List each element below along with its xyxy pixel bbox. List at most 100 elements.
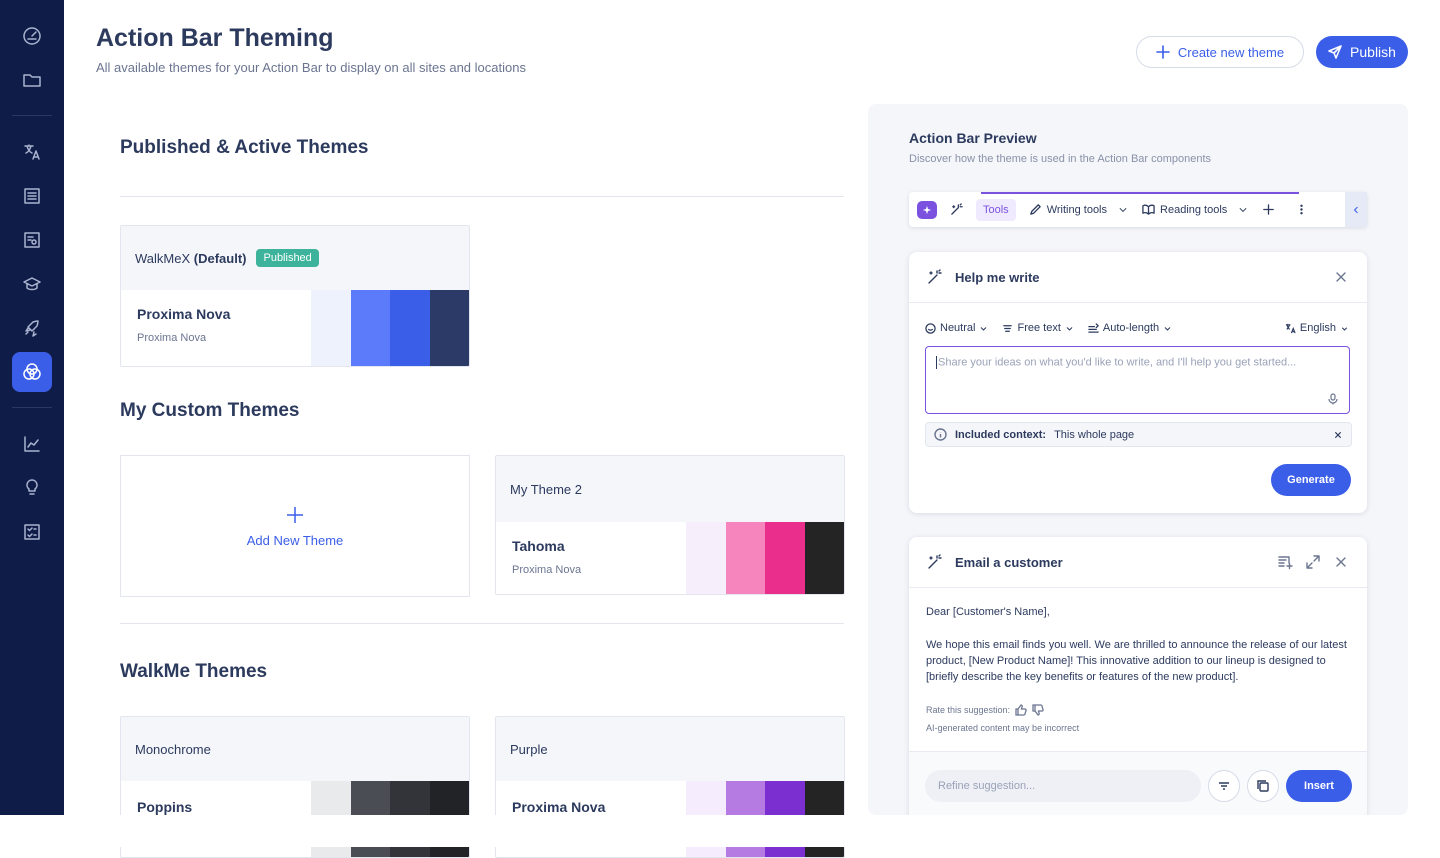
theme-card-body: Tahoma Proxima Nova	[496, 522, 844, 594]
theme-font-sub: Proxima Nova	[137, 332, 207, 344]
graduation-cap-icon[interactable]	[12, 264, 52, 304]
magic-wand-icon	[928, 554, 942, 569]
send-icon	[1328, 45, 1342, 59]
theme-card-header: WalkMeX (Default) Published	[121, 226, 469, 290]
close-icon[interactable]	[1333, 554, 1349, 570]
plus-icon	[287, 506, 303, 523]
thumbs-down-icon[interactable]	[1032, 704, 1044, 716]
theme-font-name: Poppins	[137, 799, 193, 815]
theme-card-my-theme-2[interactable]: My Theme 2 Tahoma Proxima Nova	[495, 455, 845, 595]
create-new-theme-label: Create new theme	[1177, 44, 1285, 60]
refine-placeholder: Refine suggestion...	[938, 780, 1036, 792]
filter-button[interactable]	[1208, 770, 1240, 802]
email-customer-panel: Email a customer Dear [Customer's Name],…	[909, 537, 1367, 827]
ai-logo-icon[interactable]	[917, 200, 937, 219]
close-icon[interactable]	[1333, 269, 1349, 285]
refine-suggestion-input[interactable]: Refine suggestion...	[925, 770, 1201, 802]
add-tool-icon[interactable]	[1255, 199, 1282, 221]
list-icon[interactable]	[12, 176, 52, 216]
color-swatch	[311, 290, 351, 366]
action-bar-preview: Action Bar Preview Discover how the them…	[868, 104, 1408, 827]
color-swatch	[390, 290, 430, 366]
thumbs-up-icon[interactable]	[1015, 704, 1027, 716]
chevron-down-icon	[981, 326, 987, 331]
language-value: English	[1299, 322, 1336, 334]
panel-title: Help me write	[955, 269, 1040, 285]
theme-card-header: My Theme 2	[496, 456, 844, 522]
create-new-theme-button[interactable]: Create new theme	[1136, 36, 1304, 68]
theme-name: Purple	[510, 741, 548, 757]
theme-font-info: Tahoma Proxima Nova	[496, 522, 686, 594]
color-swatch	[804, 522, 844, 594]
analytics-icon[interactable]	[12, 424, 52, 464]
reading-tools-label: Reading tools	[1160, 203, 1228, 216]
writing-options: Neutral Free text Auto-length English	[925, 322, 1349, 334]
translate-icon[interactable]	[12, 132, 52, 172]
action-bar-toolbar: Tools Writing tools Reading tools	[909, 192, 1367, 227]
add-new-theme-card[interactable]: Add New Theme	[120, 455, 470, 597]
divider	[120, 196, 844, 197]
length-icon	[1088, 322, 1099, 333]
email-footer: Refine suggestion... Insert	[909, 751, 1367, 821]
divider	[120, 623, 844, 624]
theme-font-name: Proxima Nova	[137, 306, 231, 322]
context-label: Included context:	[955, 428, 1047, 441]
chevron-down-icon	[1164, 326, 1171, 331]
section-title-published: Published & Active Themes	[120, 137, 369, 158]
microphone-icon[interactable]	[1327, 393, 1339, 405]
preview-subtitle: Discover how the theme is used in the Ac…	[909, 153, 1212, 165]
format-value: Free text	[1017, 322, 1061, 334]
language-select[interactable]: English	[1285, 322, 1349, 334]
magic-wand-icon[interactable]	[943, 199, 970, 221]
chevron-down-icon	[1119, 207, 1127, 212]
book-icon	[1142, 204, 1155, 215]
copy-icon	[1257, 780, 1269, 792]
publish-button[interactable]: Publish	[1316, 36, 1408, 68]
sidebar-divider	[12, 407, 52, 408]
chevron-down-icon	[1066, 326, 1073, 331]
themes-icon[interactable]	[12, 352, 52, 392]
theme-card-walkmex[interactable]: WalkMeX (Default) Published Proxima Nova…	[120, 225, 470, 367]
rocket-icon[interactable]	[12, 308, 52, 348]
prompt-textarea[interactable]: Share your ideas on what you'd like to w…	[925, 346, 1350, 414]
workflow-icon[interactable]	[12, 220, 52, 260]
email-content: Dear [Customer's Name], We hope this ema…	[909, 588, 1367, 685]
format-select[interactable]: Free text	[1002, 322, 1073, 334]
sidebar-divider	[12, 115, 52, 116]
generate-button[interactable]: Generate	[1271, 464, 1351, 496]
writing-tools-menu[interactable]: Writing tools	[1022, 199, 1135, 221]
toolbar-active-indicator	[981, 192, 1299, 194]
dashboard-icon[interactable]	[12, 16, 52, 56]
lightbulb-icon[interactable]	[12, 468, 52, 508]
context-value: This whole page	[1054, 428, 1135, 441]
color-swatch	[429, 290, 469, 366]
folder-icon[interactable]	[12, 60, 52, 100]
collapse-toolbar-button[interactable]	[1345, 192, 1367, 227]
tab-tools[interactable]: Tools	[976, 198, 1016, 221]
rate-suggestion: Rate this suggestion:	[926, 704, 1044, 716]
color-swatch	[765, 522, 805, 594]
prompt-placeholder: Share your ideas on what you'd like to w…	[938, 356, 1297, 369]
theme-font-name: Proxima Nova	[512, 799, 606, 815]
reading-tools-menu[interactable]: Reading tools	[1135, 199, 1255, 221]
tone-select[interactable]: Neutral	[925, 322, 988, 334]
add-to-list-icon[interactable]	[1277, 554, 1293, 570]
filter-icon	[1219, 782, 1229, 790]
pencil-icon	[1029, 204, 1041, 215]
checklist-icon[interactable]	[12, 512, 52, 552]
close-icon[interactable]	[1333, 430, 1343, 440]
length-select[interactable]: Auto-length	[1088, 322, 1172, 334]
magic-wand-icon	[928, 269, 942, 284]
translate-icon	[1285, 323, 1296, 333]
plus-icon	[1156, 45, 1170, 59]
more-options-icon[interactable]	[1288, 199, 1315, 221]
expand-icon[interactable]	[1305, 554, 1321, 570]
copy-button[interactable]	[1247, 770, 1279, 802]
preview-title: Action Bar Preview	[909, 130, 1037, 146]
publish-label: Publish	[1350, 44, 1396, 60]
theme-font-name: Tahoma	[512, 538, 565, 554]
page-subtitle: All available themes for your Action Bar…	[96, 60, 526, 75]
color-swatch	[686, 522, 726, 594]
chevron-down-icon	[1341, 326, 1348, 331]
insert-button[interactable]: Insert	[1286, 770, 1352, 802]
